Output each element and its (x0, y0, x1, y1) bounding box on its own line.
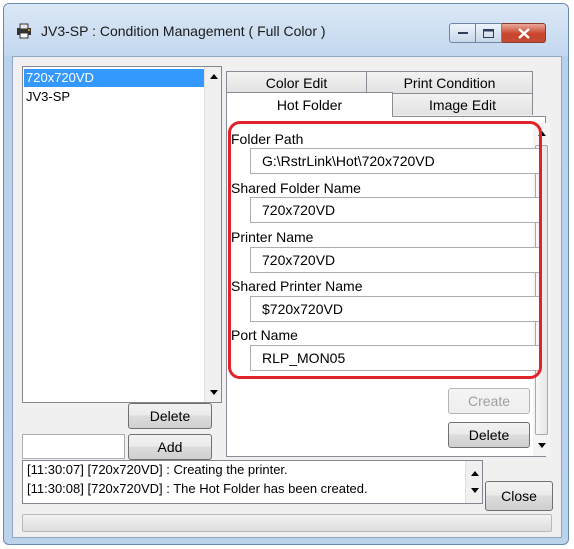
folder-path-field[interactable]: G:\RstrLink\Hot\720x720VD (250, 148, 541, 174)
chevron-down-icon (537, 443, 546, 448)
create-button[interactable]: Create (448, 388, 530, 414)
port-name-label: Port Name (231, 327, 298, 343)
printer-name-label: Printer Name (231, 229, 314, 245)
tab-hot-folder[interactable]: Hot Folder (226, 92, 393, 117)
status-bar (22, 514, 552, 532)
scroll-down-arrow[interactable] (533, 437, 550, 454)
shared-folder-name-field[interactable]: 720x720VD (250, 197, 541, 223)
list-item[interactable]: 720x720VD (24, 69, 205, 87)
new-condition-name-input[interactable] (22, 434, 125, 459)
close-icon (517, 27, 530, 39)
minimize-button[interactable] (449, 23, 476, 43)
window-title: JV3-SP : Condition Management ( Full Col… (41, 23, 326, 39)
scroll-up-arrow[interactable] (205, 68, 222, 85)
scroll-down-arrow[interactable] (205, 384, 222, 401)
chevron-down-icon (470, 488, 479, 493)
shared-folder-name-label: Shared Folder Name (231, 180, 361, 196)
scroll-up-arrow[interactable] (533, 125, 550, 142)
tab-color-edit[interactable]: Color Edit (226, 71, 367, 93)
folder-path-label: Folder Path (231, 131, 304, 147)
delete-hot-folder-button[interactable]: Delete (448, 422, 530, 448)
chevron-down-icon (209, 390, 218, 395)
window-client-area: 720x720VD JV3-SP Delete Add Color Edit P… (12, 56, 562, 538)
chevron-up-icon (470, 471, 479, 476)
condition-management-window: JV3-SP : Condition Management ( Full Col… (3, 3, 569, 545)
title-bar[interactable]: JV3-SP : Condition Management ( Full Col… (4, 4, 568, 56)
close-button[interactable]: Close (485, 481, 553, 511)
printer-name-field[interactable]: 720x720VD (250, 247, 541, 273)
log-scrollbar[interactable] (465, 461, 482, 503)
maximize-icon (483, 28, 494, 38)
shared-printer-name-field[interactable]: $720x720VD (250, 296, 541, 322)
printer-app-icon (17, 23, 31, 39)
log-line: [11:30:08] [720x720VD] : The Hot Folder … (27, 481, 368, 496)
scroll-up-arrow[interactable] (466, 465, 483, 482)
port-name-field[interactable]: RLP_MON05 (250, 345, 541, 371)
condition-list-scrollbar[interactable] (204, 67, 221, 402)
log-output: [11:30:07] [720x720VD] : Creating the pr… (22, 460, 483, 504)
chevron-up-icon (537, 131, 546, 136)
condition-list[interactable]: 720x720VD JV3-SP (22, 66, 222, 403)
minimize-icon (457, 32, 468, 34)
tab-print-condition[interactable]: Print Condition (366, 71, 533, 93)
log-line: [11:30:07] [720x720VD] : Creating the pr… (27, 462, 288, 477)
shared-printer-name-label: Shared Printer Name (231, 278, 363, 294)
tab-image-edit[interactable]: Image Edit (392, 93, 533, 115)
list-item[interactable]: JV3-SP (24, 88, 205, 106)
scroll-down-arrow[interactable] (466, 482, 483, 499)
maximize-button[interactable] (476, 23, 502, 43)
add-condition-button[interactable]: Add (128, 434, 212, 460)
caption-buttons (449, 23, 546, 43)
chevron-up-icon (209, 74, 218, 79)
delete-condition-button[interactable]: Delete (128, 403, 212, 429)
close-window-button[interactable] (502, 23, 546, 43)
scroll-thumb[interactable] (535, 145, 548, 435)
